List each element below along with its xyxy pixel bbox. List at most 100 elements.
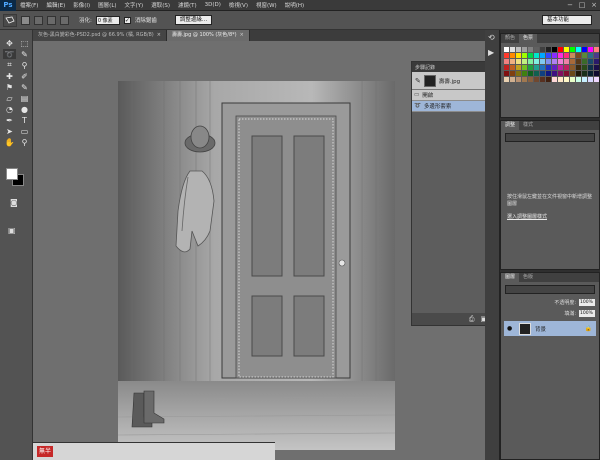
color-swatch[interactable] xyxy=(540,47,545,52)
color-swatch[interactable] xyxy=(540,71,545,76)
color-swatch[interactable] xyxy=(504,65,509,70)
color-swatch[interactable] xyxy=(546,65,551,70)
color-swatch[interactable] xyxy=(582,53,587,58)
tab-styles[interactable]: 樣式 xyxy=(519,121,537,130)
gradient-tool-icon[interactable]: ▤ xyxy=(18,93,31,103)
menu-view[interactable]: 檢視(V) xyxy=(225,1,252,9)
subtract-from-selection-button[interactable] xyxy=(47,15,56,25)
color-swatch[interactable] xyxy=(534,77,539,82)
color-swatch[interactable] xyxy=(594,77,599,82)
color-swatch[interactable] xyxy=(570,47,575,52)
add-to-selection-button[interactable] xyxy=(34,15,43,25)
document-image[interactable] xyxy=(118,81,395,450)
color-swatch[interactable] xyxy=(576,53,581,58)
color-swatch[interactable] xyxy=(540,77,545,82)
menu-help[interactable]: 說明(H) xyxy=(281,1,308,9)
color-swatch[interactable] xyxy=(516,59,521,64)
color-swatch[interactable] xyxy=(594,59,599,64)
workspace-switcher[interactable]: 基本功能 xyxy=(542,15,592,25)
color-swatch[interactable] xyxy=(546,71,551,76)
color-swatch[interactable] xyxy=(594,47,599,52)
color-swatch[interactable] xyxy=(564,59,569,64)
color-swatch[interactable] xyxy=(564,47,569,52)
marquee-tool-icon[interactable]: ⬚ xyxy=(18,38,31,48)
color-swatch[interactable] xyxy=(534,53,539,58)
menu-file[interactable]: 檔案(F) xyxy=(16,1,42,9)
color-swatch[interactable] xyxy=(582,77,587,82)
color-swatch[interactable] xyxy=(558,77,563,82)
color-swatch[interactable] xyxy=(552,59,557,64)
color-swatch[interactable] xyxy=(522,47,527,52)
color-swatch[interactable] xyxy=(522,53,527,58)
opacity-input[interactable]: 100% xyxy=(579,299,595,306)
color-swatch[interactable] xyxy=(594,71,599,76)
tab-close-icon[interactable]: × xyxy=(157,32,161,38)
actions-panel-icon[interactable]: ▶ xyxy=(485,45,499,60)
color-swatch[interactable] xyxy=(576,47,581,52)
color-swatch[interactable] xyxy=(558,59,563,64)
color-swatch[interactable] xyxy=(522,77,527,82)
fill-input[interactable]: 100% xyxy=(579,310,595,317)
color-swatch[interactable] xyxy=(510,77,515,82)
clone-stamp-tool-icon[interactable]: ⚑ xyxy=(3,82,16,92)
crop-tool-icon[interactable]: ⌗ xyxy=(3,60,16,70)
eyedropper-tool-icon[interactable]: ⚲ xyxy=(18,60,31,70)
tab-color[interactable]: 顏色 xyxy=(501,34,519,43)
type-tool-icon[interactable]: T xyxy=(18,115,31,125)
menu-image[interactable]: 影像(I) xyxy=(69,1,94,9)
intersect-selection-button[interactable] xyxy=(60,15,69,25)
color-swatch[interactable] xyxy=(558,65,563,70)
color-swatch[interactable] xyxy=(510,47,515,52)
color-swatch[interactable] xyxy=(552,77,557,82)
color-swatch[interactable] xyxy=(588,47,593,52)
color-swatch[interactable] xyxy=(510,53,515,58)
color-swatch[interactable] xyxy=(558,47,563,52)
adjustment-preset-dropdown[interactable] xyxy=(505,133,595,142)
history-panel-icon[interactable]: ⟲ xyxy=(485,30,499,45)
color-swatch[interactable] xyxy=(594,65,599,70)
color-swatch[interactable] xyxy=(588,59,593,64)
antialias-checkbox[interactable]: ✓ xyxy=(123,16,131,24)
status-tag[interactable]: 無半 xyxy=(37,446,54,457)
layer-row-background[interactable]: ● 背景 🔒 xyxy=(504,321,596,336)
color-swatch[interactable] xyxy=(576,77,581,82)
color-swatch[interactable] xyxy=(504,71,509,76)
color-swatch[interactable] xyxy=(576,71,581,76)
color-swatch[interactable] xyxy=(510,59,515,64)
color-swatch[interactable] xyxy=(588,65,593,70)
menu-type[interactable]: 文字(Y) xyxy=(121,1,148,9)
shape-tool-icon[interactable]: ▭ xyxy=(18,126,31,136)
color-swatch[interactable] xyxy=(570,59,575,64)
color-swatch[interactable] xyxy=(576,59,581,64)
color-swatch[interactable] xyxy=(546,47,551,52)
color-swatch[interactable] xyxy=(534,47,539,52)
quick-mask-icon[interactable]: ◙ xyxy=(10,198,22,208)
color-swatch[interactable] xyxy=(528,53,533,58)
color-swatch[interactable] xyxy=(522,65,527,70)
zoom-tool-icon[interactable]: ⚲ xyxy=(18,137,31,147)
menu-3d[interactable]: 3D(D) xyxy=(201,2,225,8)
screen-mode-icon[interactable]: ▣ xyxy=(8,226,24,236)
blur-tool-icon[interactable]: ◔ xyxy=(3,104,16,114)
color-swatch[interactable] xyxy=(540,65,545,70)
color-swatch[interactable] xyxy=(504,77,509,82)
color-swatch[interactable] xyxy=(582,47,587,52)
color-swatch[interactable] xyxy=(540,53,545,58)
color-swatch[interactable] xyxy=(582,71,587,76)
color-swatch[interactable] xyxy=(564,53,569,58)
color-swatch[interactable] xyxy=(564,71,569,76)
tab-swatches[interactable]: 色票 xyxy=(519,34,538,43)
tab-layers[interactable]: 圖層 xyxy=(501,273,520,282)
color-swatch[interactable] xyxy=(546,53,551,58)
color-swatch[interactable] xyxy=(570,77,575,82)
color-swatch[interactable] xyxy=(558,71,563,76)
color-swatch[interactable] xyxy=(558,53,563,58)
color-swatch[interactable] xyxy=(504,47,509,52)
new-selection-button[interactable] xyxy=(21,15,30,25)
lasso-tool-icon[interactable]: ➰ xyxy=(3,49,16,59)
visibility-eye-icon[interactable]: ● xyxy=(507,325,515,332)
tab-document-1[interactable]: 灰色-黑白變彩色-PSD2.psd @ 66.9% (橘, RGB/8) × xyxy=(33,30,167,41)
color-swatch[interactable] xyxy=(546,59,551,64)
color-swatch[interactable] xyxy=(552,47,557,52)
color-swatch[interactable] xyxy=(576,65,581,70)
